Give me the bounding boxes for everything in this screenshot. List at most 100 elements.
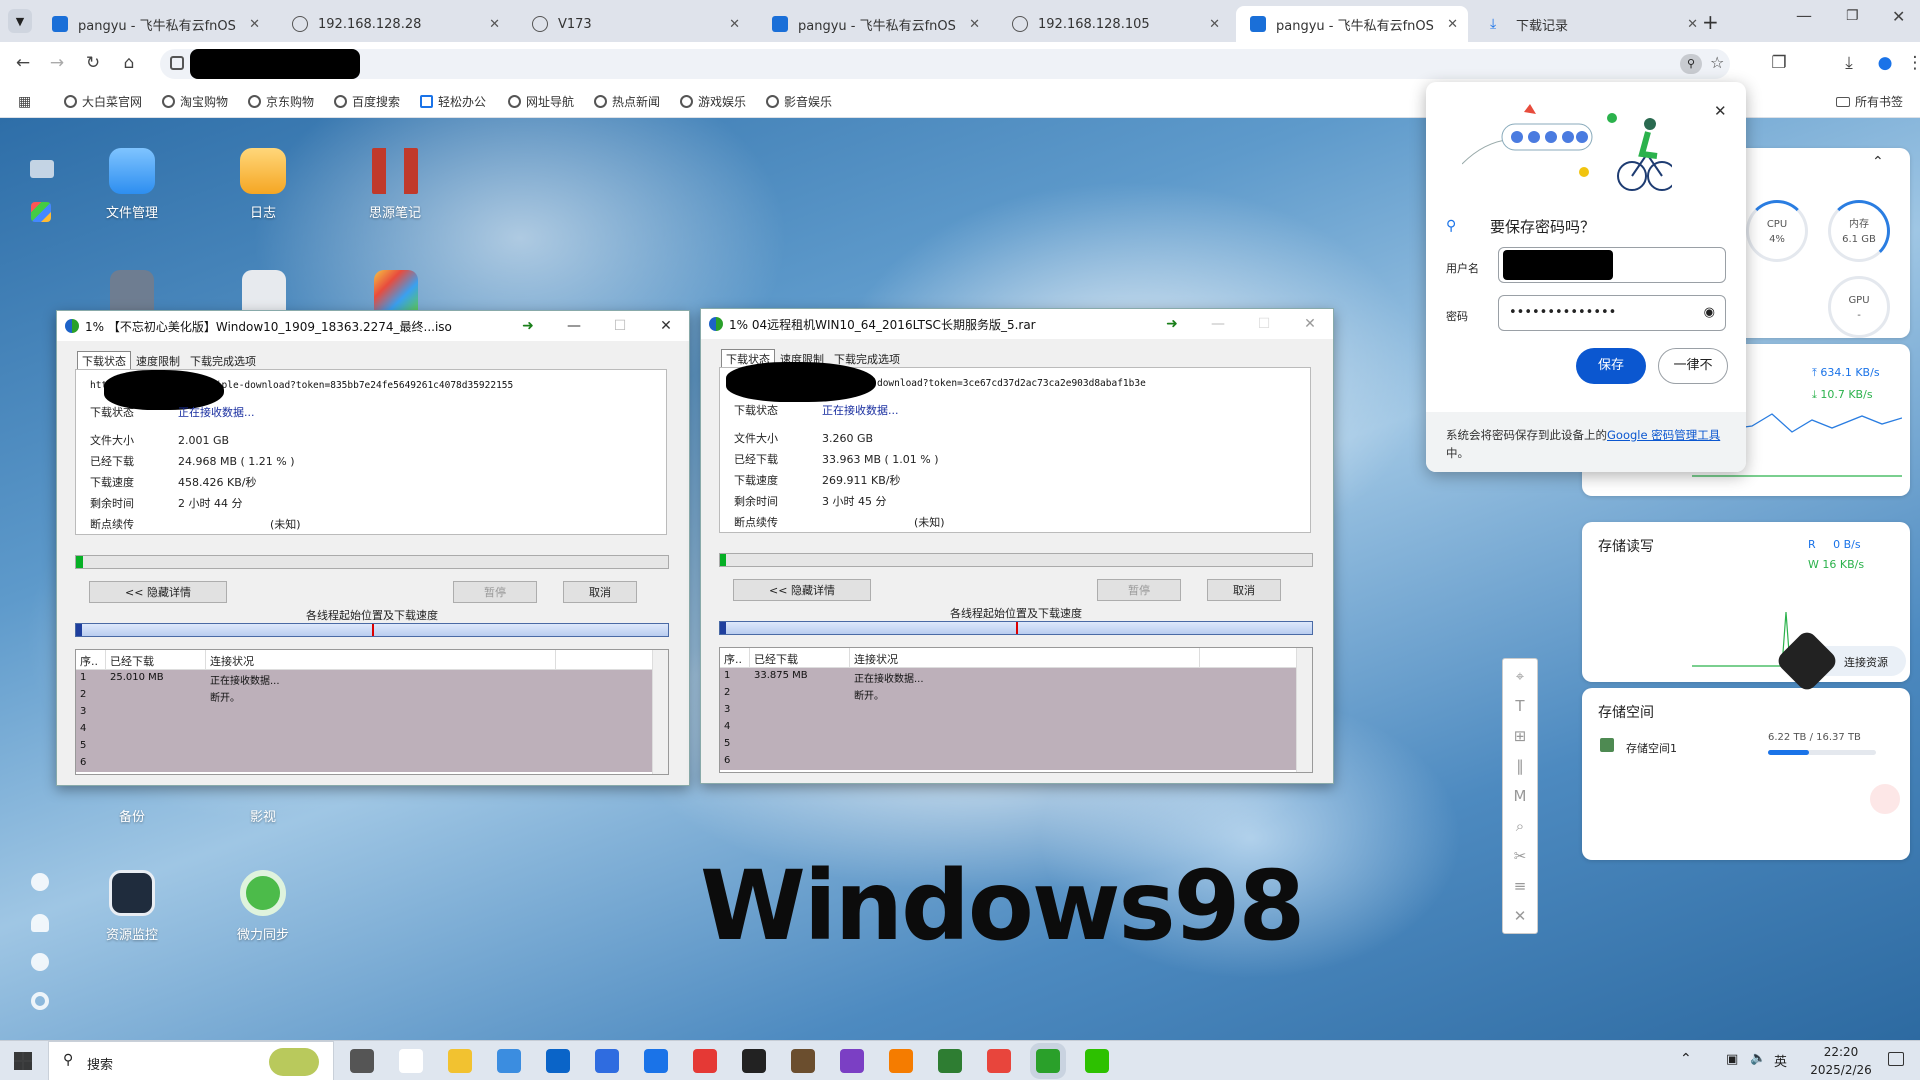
tray-chevron-icon[interactable]: ⌃ xyxy=(1680,1051,1692,1067)
table-row[interactable]: 5 xyxy=(720,736,1312,753)
close-tab-icon[interactable]: ✕ xyxy=(1687,17,1698,32)
crosshair-icon[interactable]: ⌖ xyxy=(1503,667,1537,685)
profile-icon[interactable]: ● xyxy=(1872,50,1898,76)
tab-6[interactable]: ⤓ 下载记录 ✕ xyxy=(1476,6,1708,42)
table-row[interactable]: 6 xyxy=(76,755,668,772)
tab-completion-options[interactable]: 下载完成选项 xyxy=(185,351,261,371)
desktop-icon-siyuan[interactable]: 思源笔记 xyxy=(340,148,450,221)
close-icon[interactable]: ✕ xyxy=(1503,907,1537,925)
table-row[interactable]: 3 xyxy=(76,704,668,721)
bookmark-7[interactable]: 游戏娱乐 xyxy=(680,93,746,110)
assistant-avatar[interactable] xyxy=(1868,782,1902,816)
save-password-button[interactable]: 保存 xyxy=(1576,348,1646,384)
tab-0[interactable]: pangyu - 飞牛私有云fnOS ✕ xyxy=(38,6,270,42)
vertical-scrollbar[interactable] xyxy=(1296,648,1312,772)
all-bookmarks[interactable]: 所有书签 xyxy=(1836,93,1903,110)
extensions-icon[interactable]: ❐ xyxy=(1766,50,1792,76)
tab-download-status[interactable]: 下载状态 xyxy=(77,351,131,371)
close-tab-icon[interactable]: ✕ xyxy=(969,17,980,32)
dock-monitor-icon[interactable] xyxy=(30,160,54,178)
bookmark-star-icon[interactable]: ☆ xyxy=(1710,53,1724,72)
minimize-button[interactable]: — xyxy=(1195,309,1241,339)
app-purple-icon[interactable] xyxy=(840,1049,864,1073)
table-row[interactable]: 4 xyxy=(76,721,668,738)
photos-app-icon[interactable] xyxy=(374,270,418,310)
table-row[interactable]: 1 33.875 MB 正在接收数据... xyxy=(720,668,1312,685)
volume-icon[interactable]: 🔈 xyxy=(1750,1051,1766,1066)
minimize-window-button[interactable]: — xyxy=(1796,6,1812,25)
back-icon[interactable]: ← xyxy=(10,50,36,76)
task-view-icon[interactable] xyxy=(350,1049,374,1073)
bookmark-4[interactable]: 轻松办公 xyxy=(420,93,486,110)
bookmark-8[interactable]: 影音娱乐 xyxy=(766,93,832,110)
pause-button[interactable]: 暂停 xyxy=(1097,579,1181,601)
omnibox[interactable]: ⚲ ☆ xyxy=(160,49,1730,79)
close-tab-icon[interactable]: ✕ xyxy=(1209,17,1220,32)
password-key-icon[interactable]: ⚲ xyxy=(1680,54,1702,74)
password-field[interactable]: •••••••••••••• ◉ xyxy=(1498,295,1726,331)
tab-2[interactable]: V173 ✕ xyxy=(518,6,750,42)
cancel-button[interactable]: 取消 xyxy=(1207,579,1281,601)
pause-button[interactable]: 暂停 xyxy=(453,581,537,603)
grid-icon[interactable]: ⊞ xyxy=(1503,727,1537,745)
hide-details-button[interactable]: << 隐藏详情 xyxy=(89,581,227,603)
close-icon[interactable]: ✕ xyxy=(1714,102,1727,120)
table-row[interactable]: 6 xyxy=(720,753,1312,770)
desktop-icon-verysync[interactable]: 微力同步 xyxy=(208,870,318,943)
table-row[interactable]: 1 25.010 MB 正在接收数据... xyxy=(76,670,668,687)
bookmark-1[interactable]: 淘宝购物 xyxy=(162,93,228,110)
home-icon[interactable]: ⌂ xyxy=(116,50,142,76)
restore-window-button[interactable]: ❐ xyxy=(1846,8,1859,24)
tab-4[interactable]: 192.168.128.105 ✕ xyxy=(998,6,1230,42)
dock-apps-icon[interactable] xyxy=(31,202,51,222)
feishu-icon[interactable] xyxy=(595,1049,619,1073)
desktop-icon-backup[interactable]: 备份 xyxy=(77,808,187,852)
desktop-icon-logs[interactable]: 日志 xyxy=(208,148,318,221)
dock-compass-icon[interactable] xyxy=(31,873,49,891)
google-password-manager-link[interactable]: Google 密码管理工具 xyxy=(1607,428,1720,442)
tab-3[interactable]: pangyu - 飞牛私有云fnOS ✕ xyxy=(758,6,990,42)
file-explorer-icon[interactable] xyxy=(448,1049,472,1073)
vertical-scrollbar[interactable] xyxy=(652,650,668,774)
columns-icon[interactable]: ‖ xyxy=(1503,757,1537,775)
site-info-icon[interactable] xyxy=(170,56,184,70)
bookmark-6[interactable]: 热点新闻 xyxy=(594,93,660,110)
collapse-icon[interactable]: ⌃ xyxy=(1872,154,1884,170)
close-button[interactable]: ✕ xyxy=(1287,309,1333,339)
idm-icon[interactable] xyxy=(1036,1049,1060,1073)
wechat-icon[interactable] xyxy=(1085,1049,1109,1073)
desktop-icon-files[interactable]: 文件管理 xyxy=(77,148,187,221)
clock[interactable]: 22:20 2025/2/26 xyxy=(1806,1043,1876,1079)
cancel-button[interactable]: 取消 xyxy=(563,581,637,603)
recycle-app-icon[interactable] xyxy=(242,270,286,310)
chrome-icon[interactable] xyxy=(987,1049,1011,1073)
dock-user-icon[interactable] xyxy=(31,953,49,971)
search-tool-icon[interactable] xyxy=(889,1049,913,1073)
table-row[interactable]: 2 断开。 xyxy=(76,687,668,704)
downloads-icon[interactable]: ⤓ xyxy=(1836,50,1862,76)
table-row[interactable]: 3 xyxy=(720,702,1312,719)
notification-icon[interactable] xyxy=(1888,1052,1904,1066)
dock-bell-icon[interactable] xyxy=(31,914,49,932)
maximize-button[interactable]: ☐ xyxy=(597,311,643,341)
table-row[interactable]: 4 xyxy=(720,719,1312,736)
outlook-icon[interactable] xyxy=(546,1049,570,1073)
hide-details-button[interactable]: << 隐藏详情 xyxy=(733,579,871,601)
game-icon[interactable] xyxy=(791,1049,815,1073)
forward-icon[interactable]: → xyxy=(44,50,70,76)
reload-icon[interactable]: ↻ xyxy=(80,50,106,76)
ime-indicator[interactable]: 英 xyxy=(1774,1051,1787,1070)
tab-speed-limit[interactable]: 速度限制 xyxy=(131,351,185,371)
dock-settings-icon[interactable] xyxy=(31,992,49,1010)
settings-app-icon[interactable] xyxy=(110,270,154,310)
close-tab-icon[interactable]: ✕ xyxy=(249,17,260,32)
desktop-icon-monitor[interactable]: 资源监控 xyxy=(77,870,187,943)
close-tab-icon[interactable]: ✕ xyxy=(729,17,740,32)
close-tab-icon[interactable]: ✕ xyxy=(489,17,500,32)
notepad-icon[interactable] xyxy=(399,1049,423,1073)
close-tab-icon[interactable]: ✕ xyxy=(1447,17,1458,32)
taskbar-search-box[interactable]: ⚲ 搜索 xyxy=(48,1041,334,1080)
terminal-icon[interactable] xyxy=(742,1049,766,1073)
show-password-icon[interactable]: ◉ xyxy=(1704,305,1715,320)
bookmark-3[interactable]: 百度搜索 xyxy=(334,93,400,110)
